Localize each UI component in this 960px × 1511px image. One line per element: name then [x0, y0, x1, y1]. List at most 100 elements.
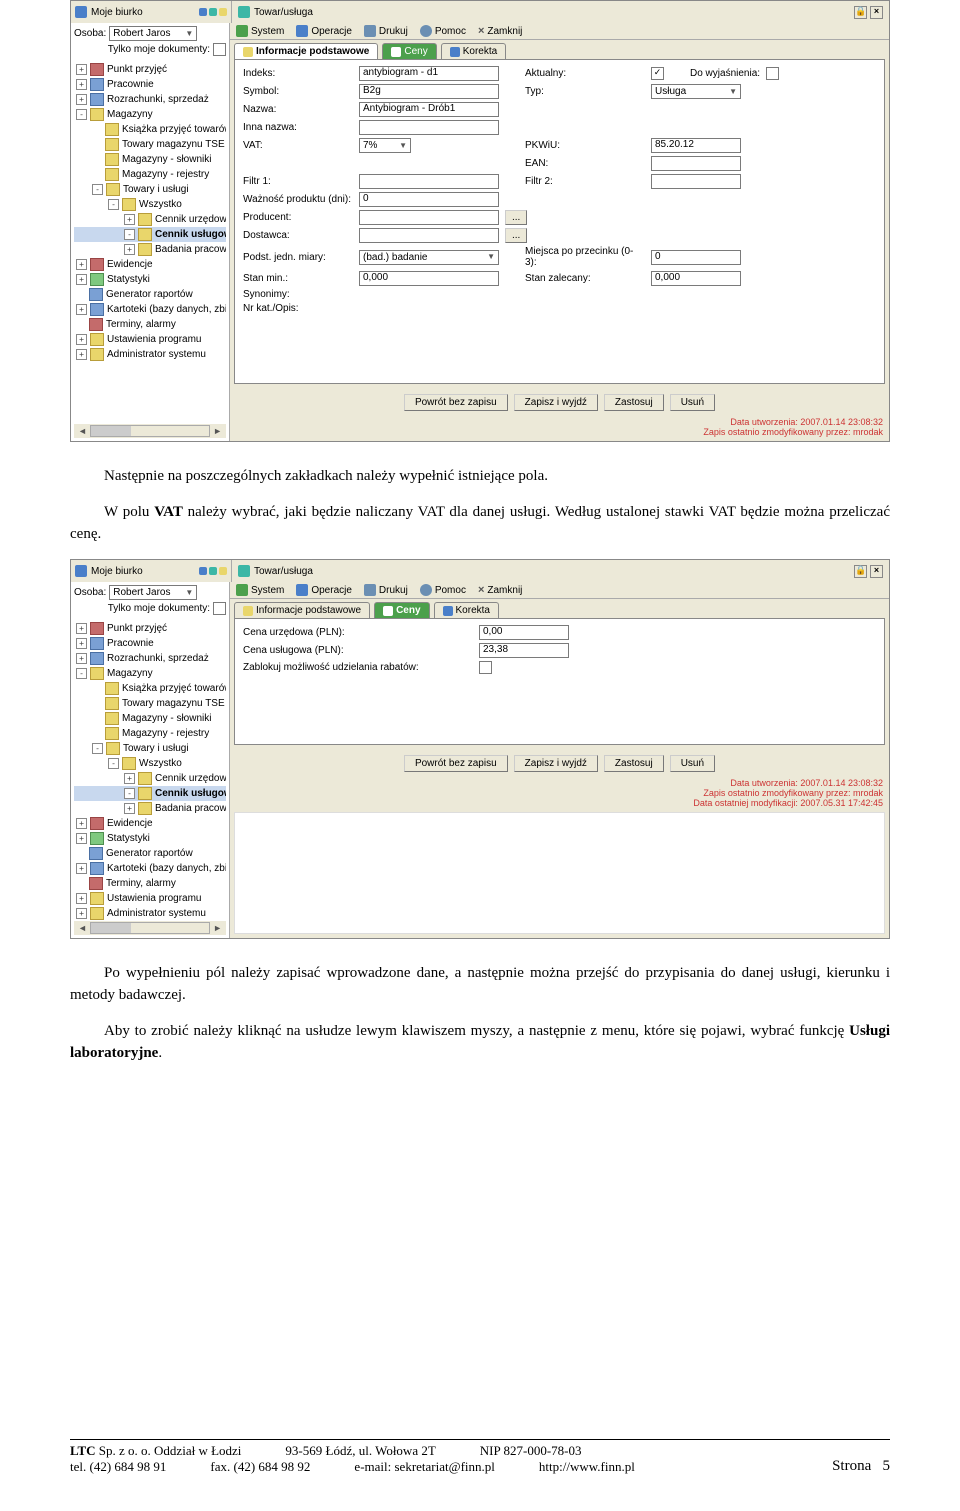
tree-item[interactable]: Magazyny - rejestry [74, 726, 226, 741]
tree-item[interactable]: +Pracownie [74, 636, 226, 651]
lock-icon[interactable]: 🔒 [854, 565, 867, 578]
inna-nazwa-input[interactable] [359, 120, 499, 135]
tree-item[interactable]: +Rozrachunki, sprzedaż [74, 651, 226, 666]
usun-button[interactable]: Usuń [670, 755, 715, 772]
menu-system[interactable]: System [236, 584, 284, 596]
filtr1-input[interactable] [359, 174, 499, 189]
tree-item[interactable]: +Badania pracow [74, 801, 226, 816]
jednostka-select[interactable]: (bad.) badanie▼ [359, 250, 499, 265]
tree-item[interactable]: +Kartoteki (bazy danych, zbiory w [74, 302, 226, 317]
menu-zamknij[interactable]: ×Zamknij [478, 585, 522, 596]
dostawca-input[interactable] [359, 228, 499, 243]
tree-item[interactable]: Książka przyjęć towarów 20 [74, 122, 226, 137]
tree-item[interactable]: +Administrator systemu [74, 347, 226, 362]
close-icon[interactable]: × [870, 6, 883, 19]
scroll-right-icon[interactable]: ► [213, 924, 222, 933]
tree-item[interactable]: +Punkt przyjęć [74, 621, 226, 636]
tree-item[interactable]: Generator raportów [74, 846, 226, 861]
tree-item[interactable]: +Cennik urzędowy [74, 771, 226, 786]
ean-input[interactable] [651, 156, 741, 171]
tree-item[interactable]: Magazyny - słowniki [74, 711, 226, 726]
scroll-right-icon[interactable]: ► [213, 427, 222, 436]
tool-icon[interactable] [209, 8, 217, 16]
menu-operacje[interactable]: Operacje [296, 584, 352, 596]
powrot-button[interactable]: Powrót bez zapisu [404, 394, 508, 411]
close-icon[interactable]: × [870, 565, 883, 578]
zapisz-button[interactable]: Zapisz i wyjdź [514, 755, 598, 772]
tree-item[interactable]: +Ustawienia programu [74, 332, 226, 347]
scroll-left-icon[interactable]: ◄ [78, 427, 87, 436]
tab-ceny[interactable]: Ceny [374, 602, 429, 618]
scroll-left-icon[interactable]: ◄ [78, 924, 87, 933]
menu-pomoc[interactable]: Pomoc [420, 25, 466, 37]
tree-item[interactable]: +Administrator systemu [74, 906, 226, 921]
menu-drukuj[interactable]: Drukuj [364, 25, 408, 37]
mpp-input[interactable]: 0 [651, 250, 741, 265]
menu-system[interactable]: System [236, 25, 284, 37]
dowyjasnienia-checkbox[interactable] [766, 67, 779, 80]
pkwiu-input[interactable]: 85.20.12 [651, 138, 741, 153]
menu-pomoc[interactable]: Pomoc [420, 584, 466, 596]
tree-item[interactable]: -Towary i usługi [74, 741, 226, 756]
tab-info[interactable]: Informacje podstawowe [234, 43, 378, 59]
tab-ceny[interactable]: Ceny [382, 43, 436, 59]
tree-item[interactable]: Książka przyjęć towarów 20 [74, 681, 226, 696]
tab-korekta[interactable]: Korekta [434, 602, 499, 618]
only-mine-checkbox[interactable] [213, 602, 226, 615]
tree-item[interactable]: -Cennik usługowy [74, 786, 226, 801]
tree-item[interactable]: -Wszystko [74, 756, 226, 771]
menu-operacje[interactable]: Operacje [296, 25, 352, 37]
tool-icon[interactable] [209, 567, 217, 575]
typ-select[interactable]: Usługa▼ [651, 84, 741, 99]
rabaty-checkbox[interactable] [479, 661, 492, 674]
tree-item[interactable]: Terminy, alarmy [74, 876, 226, 891]
tool-icon[interactable] [219, 567, 227, 575]
tree-item[interactable]: Magazyny - słowniki [74, 152, 226, 167]
tree-item[interactable]: +Cennik urzędowy [74, 212, 226, 227]
menu-zamknij[interactable]: ×Zamknij [478, 26, 522, 37]
tree-item[interactable]: Towary magazynu TSE (mK [74, 696, 226, 711]
scrollbar[interactable] [90, 922, 210, 934]
tree-item[interactable]: +Badania pracow [74, 242, 226, 257]
tree-item[interactable]: +Ewidencje [74, 816, 226, 831]
stanmin-input[interactable]: 0,000 [359, 271, 499, 286]
producent-lookup-button[interactable]: ... [505, 210, 527, 225]
tree-item[interactable]: +Kartoteki (bazy danych, zbiory w [74, 861, 226, 876]
tree-item[interactable]: +Pracownie [74, 77, 226, 92]
tree-item[interactable]: Magazyny - rejestry [74, 167, 226, 182]
cena-uslugowa-input[interactable]: 23,38 [479, 643, 569, 658]
zapisz-button[interactable]: Zapisz i wyjdź [514, 394, 598, 411]
nazwa-input[interactable]: Antybiogram - Drób1 [359, 102, 499, 117]
osoba-select[interactable]: Robert Jaros▼ [109, 585, 197, 600]
tab-info[interactable]: Informacje podstawowe [234, 602, 370, 618]
cena-urzedowa-input[interactable]: 0,00 [479, 625, 569, 640]
filtr2-input[interactable] [651, 174, 741, 189]
nav-tree[interactable]: +Punkt przyjęć+Pracownie+Rozrachunki, sp… [74, 621, 226, 921]
tree-item[interactable]: -Magazyny [74, 666, 226, 681]
tree-item[interactable]: Terminy, alarmy [74, 317, 226, 332]
tree-item[interactable]: +Rozrachunki, sprzedaż [74, 92, 226, 107]
tree-item[interactable]: +Statystyki [74, 272, 226, 287]
tree-item[interactable]: +Punkt przyjęć [74, 62, 226, 77]
tree-item[interactable]: -Towary i usługi [74, 182, 226, 197]
tree-item[interactable]: Generator raportów [74, 287, 226, 302]
waznosc-input[interactable]: 0 [359, 192, 499, 207]
stanzal-input[interactable]: 0,000 [651, 271, 741, 286]
only-mine-checkbox[interactable] [213, 43, 226, 56]
dostawca-lookup-button[interactable]: ... [505, 228, 527, 243]
powrot-button[interactable]: Powrót bez zapisu [404, 755, 508, 772]
tree-item[interactable]: +Statystyki [74, 831, 226, 846]
zastosuj-button[interactable]: Zastosuj [604, 394, 664, 411]
osoba-select[interactable]: Robert Jaros▼ [109, 26, 197, 41]
tree-item[interactable]: +Ewidencje [74, 257, 226, 272]
tree-item[interactable]: -Wszystko [74, 197, 226, 212]
scrollbar[interactable] [90, 425, 210, 437]
indeks-input[interactable]: antybiogram - d1 [359, 66, 499, 81]
tree-item[interactable]: -Magazyny [74, 107, 226, 122]
tab-korekta[interactable]: Korekta [441, 43, 506, 59]
producent-input[interactable] [359, 210, 499, 225]
vat-select[interactable]: 7%▼ [359, 138, 411, 153]
tool-icon[interactable] [219, 8, 227, 16]
tree-item[interactable]: Towary magazynu TSE (mK [74, 137, 226, 152]
tool-icon[interactable] [199, 8, 207, 16]
